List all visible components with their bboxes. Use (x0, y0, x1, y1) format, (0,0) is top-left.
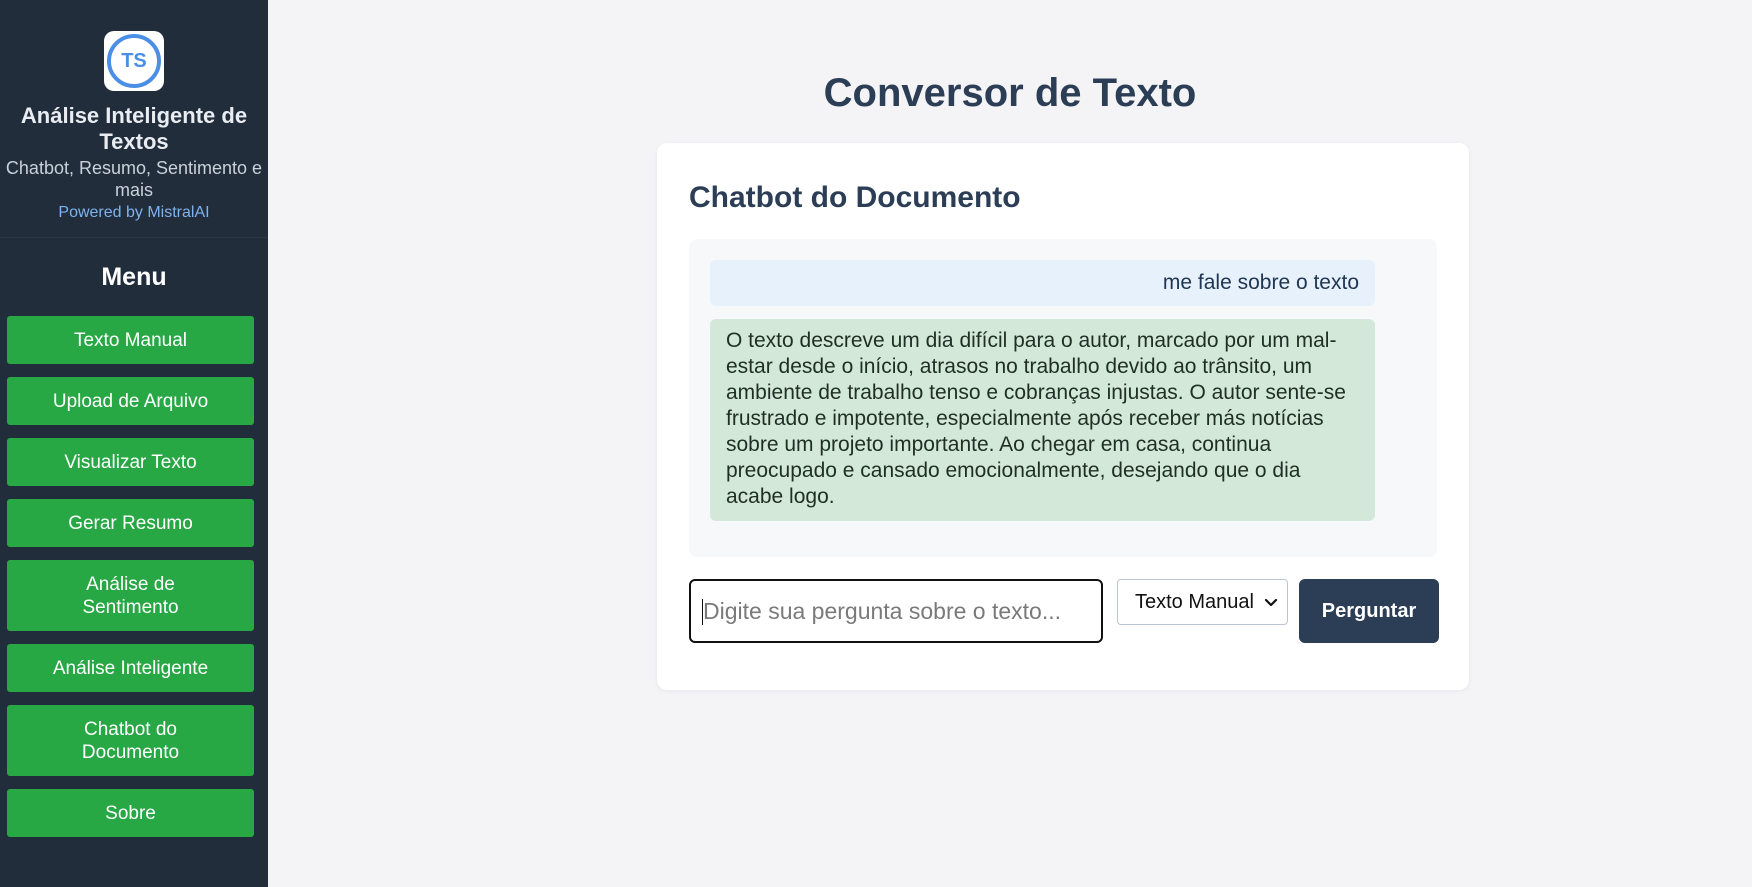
sidebar-item-analise-sentimento[interactable]: Análise de Sentimento (7, 560, 254, 631)
question-input[interactable] (689, 579, 1103, 643)
sidebar: TS Análise Inteligente de Textos Chatbot… (0, 0, 268, 887)
chevron-down-icon (1264, 598, 1278, 607)
app-title: Análise Inteligente de Textos (20, 103, 248, 154)
ts-logo-icon: TS (104, 31, 164, 91)
text-caret (702, 599, 703, 625)
bot-message: O texto descreve um dia difícil para o a… (710, 319, 1375, 521)
sidebar-brand: TS Análise Inteligente de Textos Chatbot… (0, 0, 268, 238)
sidebar-item-chatbot-documento[interactable]: Chatbot do Documento (7, 705, 254, 776)
powered-by: Powered by MistralAI (58, 204, 210, 221)
ask-button[interactable]: Perguntar (1299, 579, 1439, 643)
logo-text: TS (107, 34, 161, 88)
sidebar-item-gerar-resumo[interactable]: Gerar Resumo (7, 499, 254, 547)
question-row: Texto Manual Perguntar (689, 579, 1439, 645)
page-title: Conversor de Texto (823, 71, 1197, 115)
user-message: me fale sobre o texto (710, 260, 1375, 306)
sidebar-item-texto-manual[interactable]: Texto Manual (7, 316, 254, 364)
card-title: Chatbot do Documento (689, 181, 1021, 214)
menu-title: Menu (101, 263, 167, 291)
source-select[interactable]: Texto Manual (1117, 579, 1288, 625)
chatbot-card: Chatbot do Documento me fale sobre o tex… (657, 143, 1469, 690)
source-select-value: Texto Manual (1135, 590, 1254, 613)
sidebar-item-upload-arquivo[interactable]: Upload de Arquivo (7, 377, 254, 425)
sidebar-item-sobre[interactable]: Sobre (7, 789, 254, 837)
sidebar-item-visualizar-texto[interactable]: Visualizar Texto (7, 438, 254, 486)
sidebar-menu: Texto Manual Upload de Arquivo Visualiza… (7, 316, 254, 850)
sidebar-item-analise-inteligente[interactable]: Análise Inteligente (7, 644, 254, 692)
app-subtitle: Chatbot, Resumo, Sentimento e mais (5, 158, 263, 200)
chat-history: me fale sobre o texto O texto descreve u… (689, 239, 1437, 557)
